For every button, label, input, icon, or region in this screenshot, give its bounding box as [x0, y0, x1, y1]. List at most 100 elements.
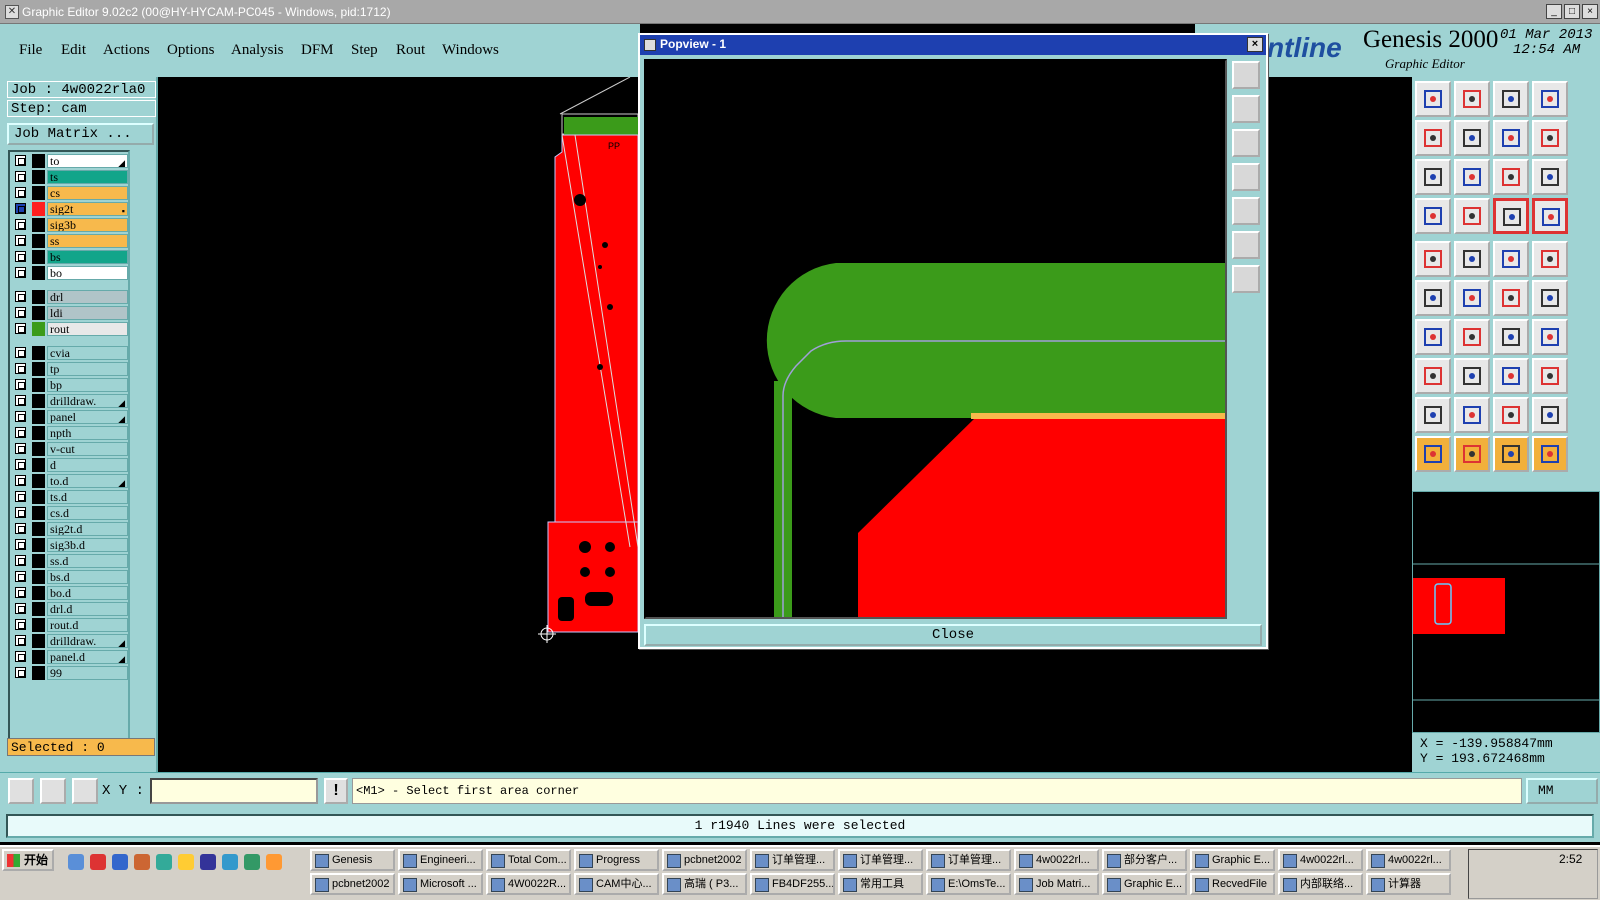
layer-name[interactable]: npth: [47, 426, 128, 440]
layer-name[interactable]: cs: [47, 186, 128, 200]
layer-name[interactable]: cvia: [47, 346, 128, 360]
select-box-icon[interactable]: [1493, 436, 1529, 472]
layer-checkbox[interactable]: [15, 635, 26, 646]
layer-color-swatch[interactable]: [32, 490, 45, 504]
taskbar-button[interactable]: 4w0022rl...: [1014, 849, 1099, 871]
popview-viewport[interactable]: [644, 59, 1227, 619]
taskbar-button[interactable]: E:\OmsTe...: [926, 873, 1011, 895]
angle-icon[interactable]: [1415, 319, 1451, 355]
layer-row[interactable]: bp: [12, 378, 128, 392]
layer-checkbox[interactable]: [15, 475, 26, 486]
layer-checkbox[interactable]: [15, 155, 26, 166]
layer-row[interactable]: d: [12, 458, 128, 472]
taskbar-button[interactable]: RecvedFile: [1190, 873, 1275, 895]
layer-checkbox[interactable]: [15, 651, 26, 662]
mirror-icon[interactable]: [1493, 120, 1529, 156]
taskbar-button[interactable]: pcbnet2002: [662, 849, 747, 871]
layer-name[interactable]: bo: [47, 266, 128, 280]
drill-icon[interactable]: [1532, 241, 1568, 277]
layer-row[interactable]: bs.d: [12, 570, 128, 584]
warning-icon[interactable]: !: [324, 778, 348, 804]
layer-name[interactable]: sig2t.d: [47, 522, 128, 536]
taskbar-button[interactable]: Microsoft ...: [398, 873, 483, 895]
layer-color-swatch[interactable]: [32, 154, 45, 168]
layer-checkbox[interactable]: [15, 555, 26, 566]
layer-color-swatch[interactable]: [32, 218, 45, 232]
layer-name[interactable]: 99: [47, 666, 128, 680]
layer-row[interactable]: drilldraw. ◢: [12, 634, 128, 648]
taskbar-button[interactable]: 部分客户...: [1102, 849, 1187, 871]
taskbar-button[interactable]: CAM中心...: [574, 873, 659, 895]
layer-row[interactable]: to ◢: [12, 154, 128, 168]
popview-titlebar[interactable]: Popview - 1 ×: [640, 35, 1266, 55]
menu-file[interactable]: File: [19, 42, 42, 59]
zoom-home-icon[interactable]: [1232, 265, 1260, 293]
dash-icon[interactable]: [1454, 358, 1490, 394]
layer-color-swatch[interactable]: [32, 602, 45, 616]
pointer-icon[interactable]: [1415, 436, 1451, 472]
taskbar-button[interactable]: 4w0022rl...: [1278, 849, 1363, 871]
zoom-out-icon[interactable]: [1232, 129, 1260, 157]
quicklaunch-icon[interactable]: [90, 854, 106, 870]
layer-name[interactable]: to.d ◢: [47, 474, 128, 488]
layer-color-swatch[interactable]: [32, 290, 45, 304]
job-matrix-button[interactable]: Job Matrix ...: [7, 123, 154, 145]
nodes-icon[interactable]: [1532, 358, 1568, 394]
text-edit-icon[interactable]: [1532, 397, 1568, 433]
layer-row[interactable]: panel ◢: [12, 410, 128, 424]
measure-icon[interactable]: [40, 778, 66, 804]
layer-row[interactable]: bo: [12, 266, 128, 280]
layer-color-swatch[interactable]: [32, 410, 45, 424]
taskbar-button[interactable]: 4w0022rl...: [1366, 849, 1451, 871]
taskbar-button[interactable]: 高瑞 ( P3...: [662, 873, 747, 895]
layer-up-icon[interactable]: [1415, 81, 1451, 117]
move-right-icon[interactable]: [1454, 120, 1490, 156]
layer-name[interactable]: sig3b.d: [47, 538, 128, 552]
popview-close-icon[interactable]: ×: [1247, 37, 1263, 52]
layer-checkbox[interactable]: [15, 267, 26, 278]
taskbar-button[interactable]: 订单管理...: [750, 849, 835, 871]
layer-row[interactable]: sig3b.d: [12, 538, 128, 552]
home-icon[interactable]: [1493, 81, 1529, 117]
layer-color-swatch[interactable]: [32, 346, 45, 360]
taskbar-button[interactable]: 常用工具: [838, 873, 923, 895]
connect-icon[interactable]: [1415, 280, 1451, 316]
layer-name[interactable]: bo.d: [47, 586, 128, 600]
layer-checkbox[interactable]: [15, 203, 26, 214]
layer-name[interactable]: ss: [47, 234, 128, 248]
select-icon[interactable]: [1454, 436, 1490, 472]
layer-checkbox[interactable]: [15, 539, 26, 550]
layer-row[interactable]: cvia: [12, 346, 128, 360]
popview-close-button[interactable]: Close: [644, 624, 1262, 646]
layer-row[interactable]: ts.d: [12, 490, 128, 504]
layer-list[interactable]: to ◢ ts cs sig2t ▪ sig3b ss bs bo drl ldi rout cvia tp…: [8, 150, 130, 753]
layer-row[interactable]: sig2t ▪: [12, 202, 128, 216]
layer-color-swatch[interactable]: [32, 266, 45, 280]
layer-color-swatch[interactable]: [32, 650, 45, 664]
triangle-icon[interactable]: [1415, 397, 1451, 433]
layer-checkbox[interactable]: [15, 523, 26, 534]
layer-row[interactable]: rout: [12, 322, 128, 336]
net-icon[interactable]: [1415, 198, 1451, 234]
zoom-window-icon[interactable]: [1232, 61, 1260, 89]
layer-name[interactable]: drilldraw. ◢: [47, 394, 128, 408]
quicklaunch-icon[interactable]: [244, 854, 260, 870]
layer-name[interactable]: drl.d: [47, 602, 128, 616]
route-icon[interactable]: [1493, 198, 1529, 234]
popview-window[interactable]: Popview - 1 × Close: [638, 33, 1268, 649]
layer-checkbox[interactable]: [15, 587, 26, 598]
layer-checkbox[interactable]: [15, 491, 26, 502]
layer-color-swatch[interactable]: [32, 306, 45, 320]
pan-left-icon[interactable]: [1232, 163, 1260, 191]
layer-checkbox[interactable]: [15, 395, 26, 406]
layer-color-swatch[interactable]: [32, 186, 45, 200]
taskbar-button[interactable]: FB4DF255...: [750, 873, 835, 895]
layer-name[interactable]: drilldraw. ◢: [47, 634, 128, 648]
layer-name[interactable]: bs: [47, 250, 128, 264]
minimap[interactable]: [1412, 491, 1600, 733]
layer-row[interactable]: ts: [12, 170, 128, 184]
layer-checkbox[interactable]: [15, 619, 26, 630]
layer-checkbox[interactable]: [15, 171, 26, 182]
taskbar-button[interactable]: Genesis: [310, 849, 395, 871]
layer-name[interactable]: cs.d: [47, 506, 128, 520]
